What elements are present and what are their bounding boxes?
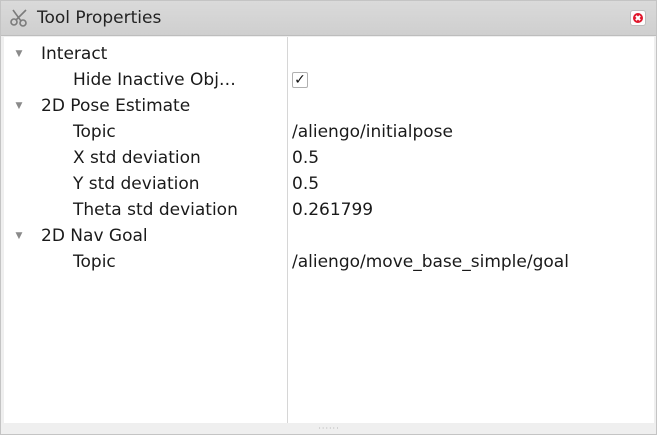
- property-label: X std deviation: [73, 148, 201, 168]
- x-std-value[interactable]: 0.5: [292, 145, 319, 171]
- nav-goal-topic-value[interactable]: /aliengo/move_base_simple/goal: [292, 249, 569, 275]
- y-std-value[interactable]: 0.5: [292, 171, 319, 197]
- property-label: Y std deviation: [73, 174, 200, 194]
- property-label: Topic: [73, 252, 116, 272]
- property-row-x-std[interactable]: X std deviation 0.5: [4, 145, 654, 171]
- panel-title: Tool Properties: [37, 8, 162, 28]
- topic-value[interactable]: /aliengo/initialpose: [292, 119, 453, 145]
- property-label: Topic: [73, 122, 116, 142]
- category-label: Interact: [41, 44, 108, 64]
- hide-inactive-checkbox[interactable]: ✓: [292, 72, 308, 88]
- close-icon: [633, 13, 643, 23]
- property-label: Hide Inactive Obj…: [73, 70, 236, 90]
- resize-grip-icon[interactable]: ······: [301, 425, 357, 433]
- property-row-hide-inactive[interactable]: Hide Inactive Obj… ✓: [4, 67, 654, 93]
- property-label: Theta std deviation: [73, 200, 238, 220]
- expand-arrow-icon[interactable]: ▼: [13, 93, 25, 119]
- property-tree[interactable]: ▼ Interact Hide Inactive Obj… ✓ ▼ 2D Pos…: [4, 37, 654, 423]
- category-row-interact[interactable]: ▼ Interact: [4, 41, 654, 67]
- scissors-tool-icon: [9, 8, 29, 28]
- expand-arrow-icon[interactable]: ▼: [13, 41, 25, 67]
- tool-properties-panel: Tool Properties ▼ Interact Hide Inactive…: [0, 0, 657, 435]
- property-row-topic[interactable]: Topic /aliengo/initialpose: [4, 119, 654, 145]
- panel-titlebar[interactable]: Tool Properties: [1, 1, 656, 36]
- category-label: 2D Nav Goal: [41, 226, 148, 246]
- expand-arrow-icon[interactable]: ▼: [13, 223, 25, 249]
- theta-std-value[interactable]: 0.261799: [292, 197, 373, 223]
- property-row-y-std[interactable]: Y std deviation 0.5: [4, 171, 654, 197]
- category-row-2d-nav-goal[interactable]: ▼ 2D Nav Goal: [4, 223, 654, 249]
- category-row-2d-pose-estimate[interactable]: ▼ 2D Pose Estimate: [4, 93, 654, 119]
- property-row-theta-std[interactable]: Theta std deviation 0.261799: [4, 197, 654, 223]
- category-label: 2D Pose Estimate: [41, 96, 191, 116]
- close-button[interactable]: [630, 10, 646, 26]
- property-row-nav-goal-topic[interactable]: Topic /aliengo/move_base_simple/goal: [4, 249, 654, 275]
